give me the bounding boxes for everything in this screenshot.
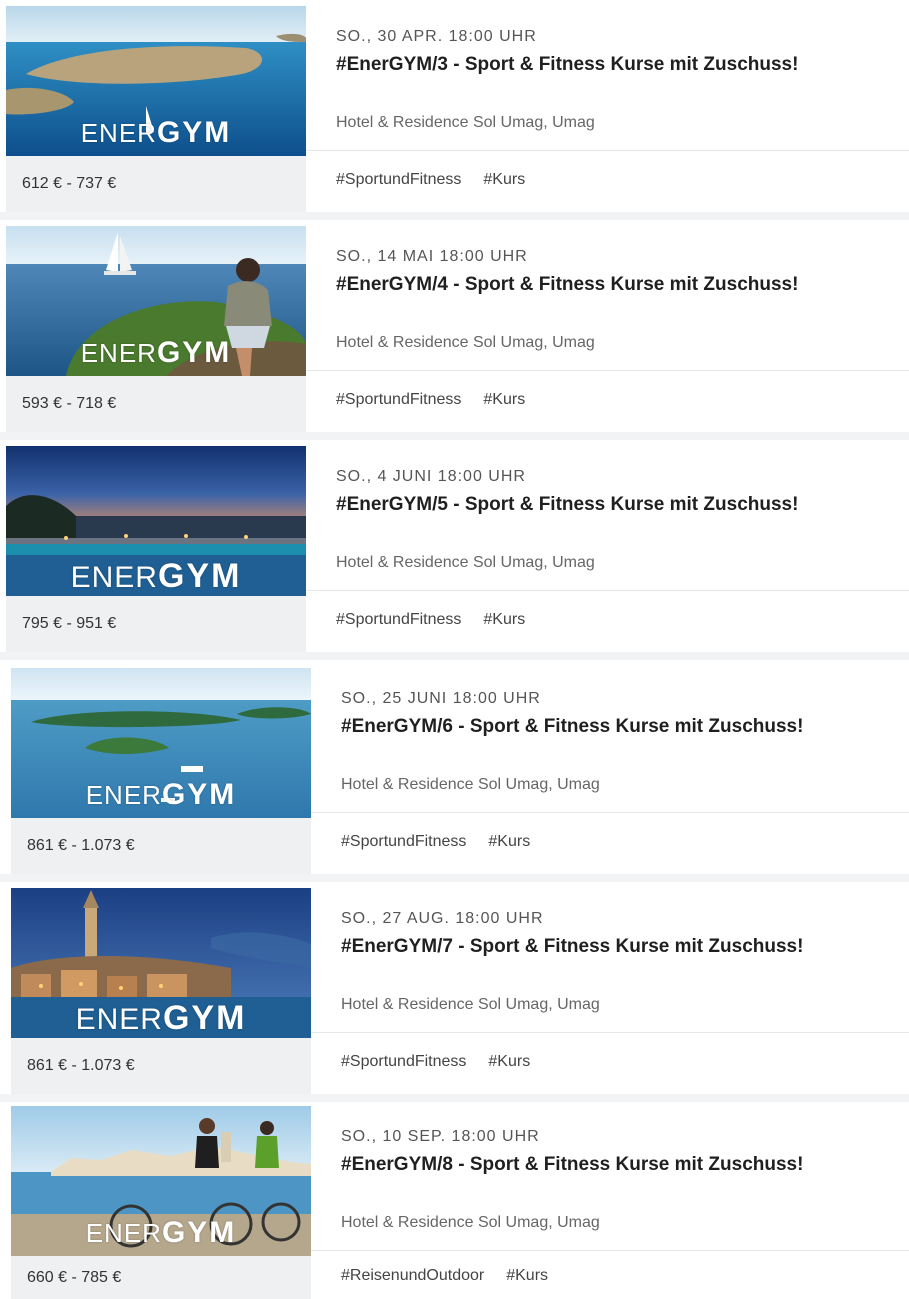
tag-link[interactable]: #SportundFitness	[341, 833, 466, 851]
event-title-link[interactable]: #EnerGYM/8 - Sport & Fitness Kurse mit Z…	[341, 1154, 909, 1176]
event-card-left: ENERGYM 660 € - 785 €	[11, 1106, 311, 1299]
event-tags: #SportundFitness #Kurs	[336, 611, 909, 629]
divider	[306, 370, 909, 371]
event-title-link[interactable]: #EnerGYM/4 - Sport & Fitness Kurse mit Z…	[336, 274, 909, 296]
divider	[306, 590, 909, 591]
event-card-left: ENERGYM 593 € - 718 €	[6, 226, 306, 432]
card-separator	[0, 1094, 909, 1102]
tag-link[interactable]: #SportundFitness	[336, 391, 461, 409]
divider	[311, 812, 909, 813]
card-separator	[0, 652, 909, 660]
event-details: SO., 14 MAI 18:00 UHR #EnerGYM/4 - Sport…	[306, 226, 909, 432]
event-date: SO., 14 MAI 18:00 UHR	[336, 248, 528, 265]
tag-link[interactable]: #SportundFitness	[336, 611, 461, 629]
event-venue: Hotel & Residence Sol Umag, Umag	[341, 1214, 600, 1231]
event-venue: Hotel & Residence Sol Umag, Umag	[336, 114, 595, 131]
event-title-link[interactable]: #EnerGYM/7 - Sport & Fitness Kurse mit Z…	[341, 936, 909, 958]
event-details: SO., 25 JUNI 18:00 UHR #EnerGYM/6 - Spor…	[311, 668, 909, 874]
tag-link[interactable]: #Kurs	[488, 833, 530, 851]
price-range: 660 € - 785 €	[27, 1268, 122, 1286]
event-card[interactable]: ENERGYM 795 € - 951 € SO., 4 JUNI 18:00 …	[6, 446, 909, 652]
event-title-link[interactable]: #EnerGYM/3 - Sport & Fitness Kurse mit Z…	[336, 54, 909, 76]
card-separator	[0, 432, 909, 440]
event-date: SO., 30 APR. 18:00 UHR	[336, 28, 537, 45]
event-card[interactable]: ENERGYM 861 € - 1.073 € SO., 25 JUNI 18:…	[11, 668, 909, 874]
event-image[interactable]: ENERGYM	[6, 226, 306, 376]
event-card[interactable]: ENERGYM 593 € - 718 € SO., 14 MAI 18:00 …	[6, 226, 909, 432]
card-separator	[0, 212, 909, 220]
event-venue: Hotel & Residence Sol Umag, Umag	[336, 554, 595, 571]
price-range: 861 € - 1.073 €	[27, 837, 135, 854]
tag-link[interactable]: #Kurs	[506, 1267, 548, 1285]
event-details: SO., 10 SEP. 18:00 UHR #EnerGYM/8 - Spor…	[311, 1106, 909, 1299]
tag-link[interactable]: #Kurs	[488, 1053, 530, 1071]
event-date: SO., 10 SEP. 18:00 UHR	[341, 1128, 540, 1145]
event-card-left: ENERGYM 795 € - 951 €	[6, 446, 306, 652]
event-tags: #SportundFitness #Kurs	[336, 391, 909, 409]
divider	[306, 150, 909, 151]
energym-logo: ENERGYM	[11, 997, 311, 1038]
event-tags: #SportundFitness #Kurs	[336, 171, 909, 189]
event-details: SO., 27 AUG. 18:00 UHR #EnerGYM/7 - Spor…	[311, 888, 909, 1094]
event-image[interactable]: ENERGYM	[11, 888, 311, 1038]
price-range: 795 € - 951 €	[22, 615, 117, 632]
event-card-left: ENERGYM 612 € - 737 €	[6, 6, 306, 212]
card-separator	[0, 874, 909, 882]
event-image[interactable]: ENERGYM	[11, 1106, 311, 1256]
event-list: ENERGYM 612 € - 737 € SO., 30 APR. 18:00…	[0, 0, 909, 1299]
event-details: SO., 30 APR. 18:00 UHR #EnerGYM/3 - Spor…	[306, 6, 909, 212]
energym-logo: ENERGYM	[80, 336, 232, 369]
event-title-link[interactable]: #EnerGYM/5 - Sport & Fitness Kurse mit Z…	[336, 494, 909, 516]
event-details: SO., 4 JUNI 18:00 UHR #EnerGYM/5 - Sport…	[306, 446, 909, 652]
event-date: SO., 25 JUNI 18:00 UHR	[341, 690, 541, 707]
event-image[interactable]: ENERGYM	[6, 446, 306, 596]
tag-link[interactable]: #ReisenundOutdoor	[341, 1267, 484, 1285]
event-tags: #SportundFitness #Kurs	[341, 833, 909, 851]
event-venue: Hotel & Residence Sol Umag, Umag	[336, 334, 595, 351]
energym-logo: ENERGYM	[6, 555, 306, 596]
tag-link[interactable]: #Kurs	[483, 171, 525, 189]
event-tags: #SportundFitness #Kurs	[341, 1053, 909, 1071]
event-card-left: ENERGYM 861 € - 1.073 €	[11, 888, 311, 1094]
divider	[311, 1032, 909, 1033]
tag-link[interactable]: #Kurs	[483, 611, 525, 629]
event-card-left: ENERGYM 861 € - 1.073 €	[11, 668, 311, 874]
event-card[interactable]: ENERGYM 660 € - 785 € SO., 10 SEP. 18:00…	[11, 1106, 909, 1299]
event-venue: Hotel & Residence Sol Umag, Umag	[341, 776, 600, 793]
tag-link[interactable]: #SportundFitness	[341, 1053, 466, 1071]
energym-logo: ENERGYM	[80, 116, 232, 149]
tag-link[interactable]: #SportundFitness	[336, 171, 461, 189]
event-title-link[interactable]: #EnerGYM/6 - Sport & Fitness Kurse mit Z…	[341, 716, 909, 738]
event-date: SO., 4 JUNI 18:00 UHR	[336, 468, 526, 485]
event-date: SO., 27 AUG. 18:00 UHR	[341, 910, 544, 927]
price-range: 612 € - 737 €	[22, 175, 117, 192]
event-image[interactable]: ENERGYM	[6, 6, 306, 156]
event-venue: Hotel & Residence Sol Umag, Umag	[341, 996, 600, 1013]
price-range: 861 € - 1.073 €	[27, 1057, 135, 1074]
price-range: 593 € - 718 €	[22, 395, 117, 412]
event-card[interactable]: ENERGYM 861 € - 1.073 € SO., 27 AUG. 18:…	[11, 888, 909, 1094]
event-card[interactable]: ENERGYM 612 € - 737 € SO., 30 APR. 18:00…	[6, 6, 909, 212]
energym-logo: ENERGYM	[85, 778, 237, 811]
divider	[311, 1250, 909, 1251]
tag-link[interactable]: #Kurs	[483, 391, 525, 409]
event-tags: #ReisenundOutdoor #Kurs	[341, 1267, 909, 1285]
energym-logo: ENERGYM	[85, 1216, 237, 1249]
event-image[interactable]: ENERGYM	[11, 668, 311, 818]
